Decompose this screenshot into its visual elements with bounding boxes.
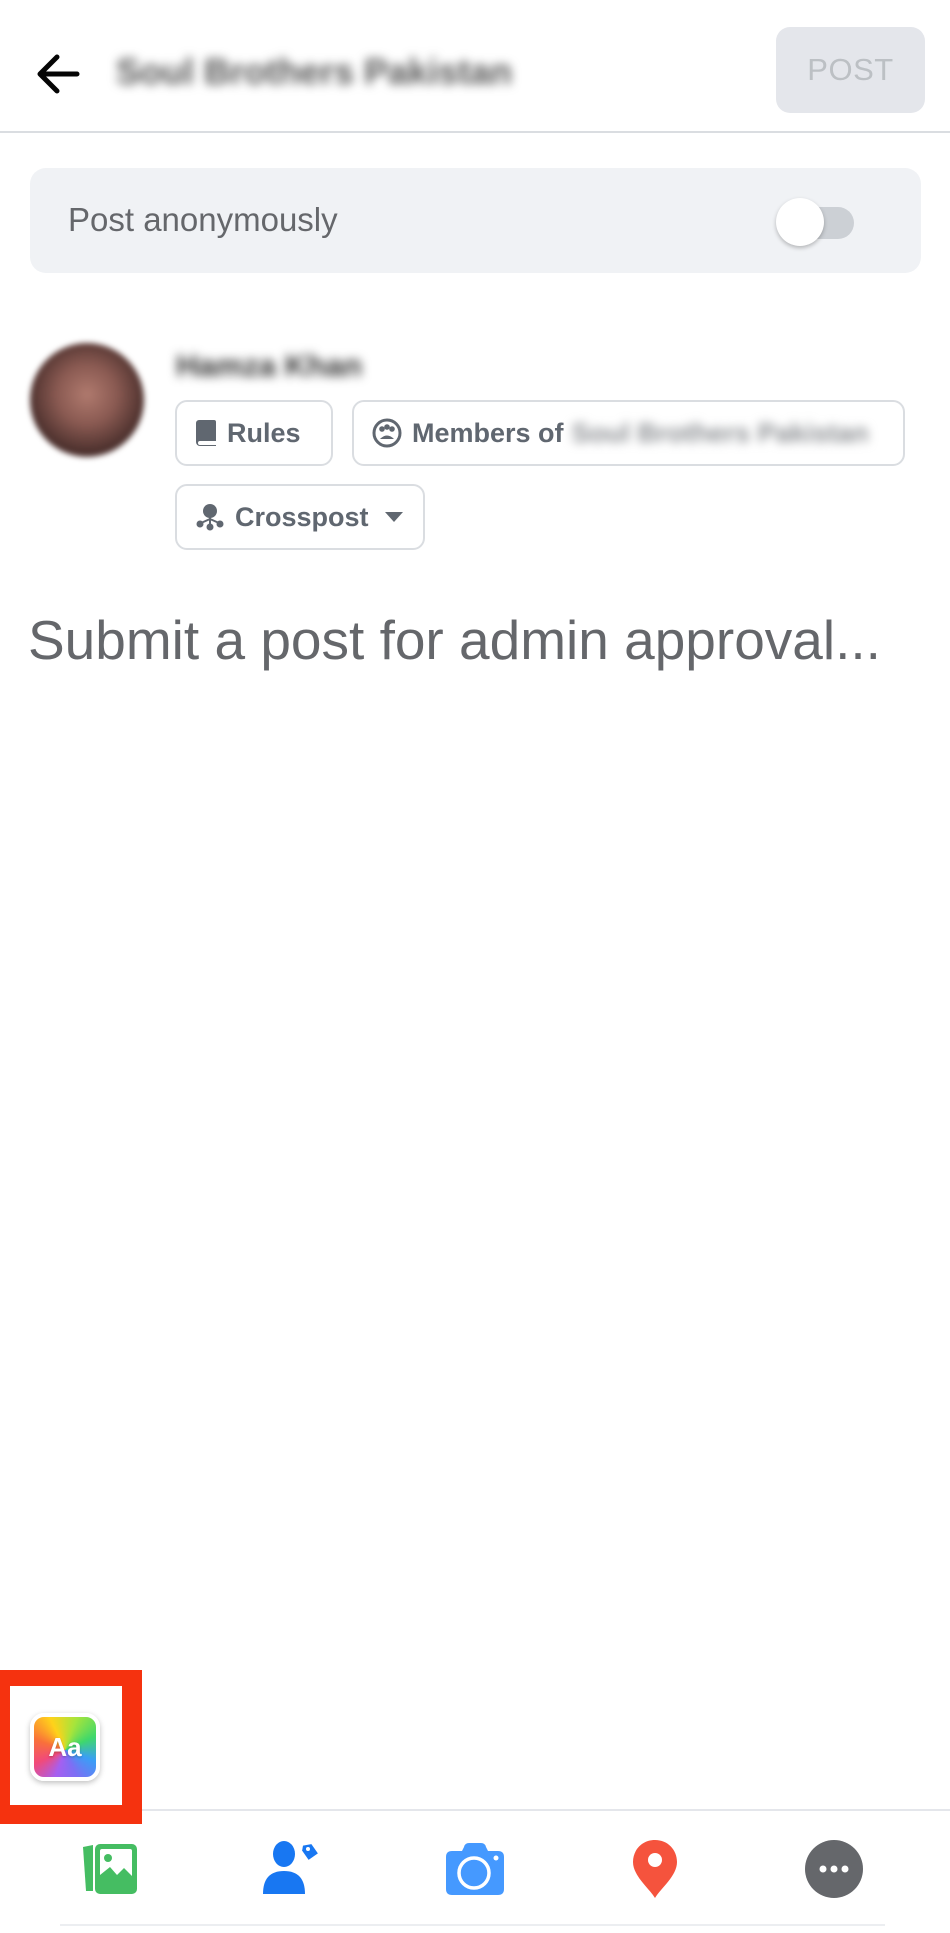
avatar [30, 343, 144, 457]
crosspost-dropdown[interactable]: Crosspost [175, 484, 425, 550]
book-icon [196, 420, 216, 446]
more-options-icon [805, 1840, 863, 1898]
more-options-button[interactable] [799, 1834, 869, 1904]
photo-video-button[interactable] [75, 1834, 145, 1904]
audience-group-name: Soul Brothers Pakistan [571, 417, 869, 448]
crosspost-label: Crosspost [235, 501, 369, 532]
post-anonymously-toggle[interactable] [776, 196, 858, 250]
check-in-button[interactable] [620, 1834, 690, 1904]
arrow-left-icon [37, 54, 80, 94]
group-icon [372, 418, 402, 448]
back-button[interactable] [28, 46, 88, 102]
crosspost-icon [196, 504, 224, 531]
rules-label: Rules [227, 417, 301, 448]
rules-button[interactable]: Rules [175, 400, 333, 466]
author-name: Hamza Khan [176, 348, 363, 383]
text-style-label: Aa [48, 1731, 82, 1762]
photo-video-icon [83, 1844, 137, 1894]
header-divider [0, 131, 950, 133]
tag-people-icon [263, 1841, 318, 1894]
post-anonymously-label: Post anonymously [68, 201, 338, 238]
toggle-thumb [776, 198, 824, 246]
audience-button[interactable]: Members of Soul Brothers Pakistan [352, 400, 905, 466]
toolbar-divider [142, 1809, 950, 1811]
location-pin-icon [633, 1840, 677, 1898]
bottom-divider [60, 1924, 885, 1926]
audience-label: Members of [412, 417, 564, 448]
camera-button[interactable] [440, 1834, 510, 1904]
post-button[interactable]: POST [776, 27, 925, 113]
chevron-down-icon [384, 512, 403, 522]
camera-icon [446, 1843, 504, 1895]
tag-people-button[interactable] [257, 1834, 327, 1904]
group-title: Soul Brothers Pakistan [116, 51, 513, 92]
text-style-button[interactable]: Aa [30, 1713, 100, 1781]
post-composer-input[interactable] [28, 600, 928, 680]
